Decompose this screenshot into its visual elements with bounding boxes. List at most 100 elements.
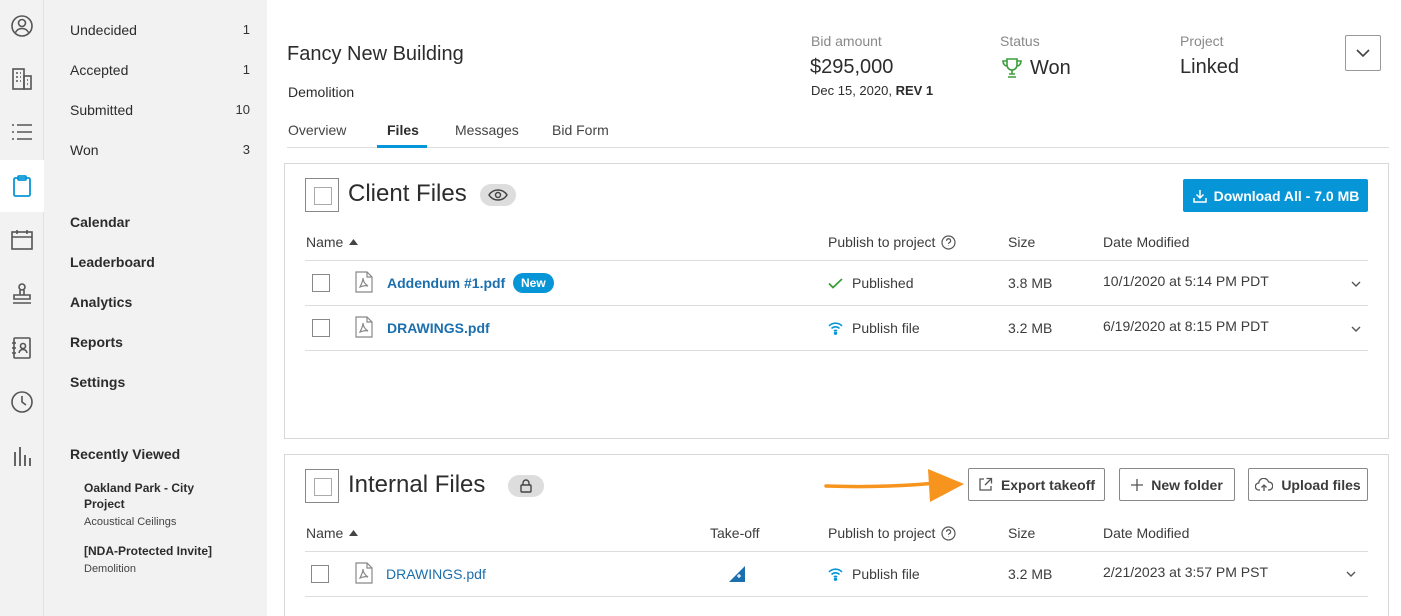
pdf-file-icon — [355, 271, 373, 293]
eye-icon — [488, 189, 508, 201]
calendar-icon[interactable] — [0, 214, 44, 266]
download-all-label: Download All - 7.0 MB — [1213, 187, 1360, 204]
recent-item-sub: Demolition — [84, 563, 136, 575]
address-book-icon[interactable] — [0, 322, 44, 374]
publish-file-action[interactable]: Publish file — [828, 320, 920, 336]
visibility-pill — [480, 184, 516, 206]
internal-files-select-all-checkbox[interactable] — [305, 469, 339, 503]
column-header-size: Size — [1008, 525, 1036, 541]
tab-bar: Overview Files Messages Bid Form — [287, 112, 1389, 148]
sidebar-item-count: 1 — [242, 22, 250, 37]
status-label: Status — [1000, 33, 1040, 49]
lock-icon — [520, 479, 532, 493]
file-name-link[interactable]: Addendum #1.pdf — [387, 275, 505, 291]
sort-ascending-icon — [349, 530, 359, 536]
sort-ascending-icon — [349, 239, 359, 245]
column-header-name[interactable]: Name — [306, 525, 359, 541]
sidebar-item-accepted[interactable]: Accepted 1 — [70, 62, 250, 78]
sidebar-link-calendar[interactable]: Calendar — [70, 214, 130, 230]
private-pill — [508, 475, 544, 497]
active-tab-indicator — [377, 145, 427, 148]
tab-overview[interactable]: Overview — [288, 122, 346, 138]
column-header-size: Size — [1008, 234, 1036, 250]
bid-revision: REV 1 — [895, 83, 934, 98]
row-expand-chevron-icon[interactable] — [1345, 570, 1357, 578]
sidebar-link-analytics[interactable]: Analytics — [70, 294, 132, 310]
sidebar-link-reports[interactable]: Reports — [70, 334, 123, 350]
row-checkbox[interactable] — [312, 274, 330, 292]
stamp-icon[interactable] — [0, 268, 44, 320]
export-takeoff-button[interactable]: Export takeoff — [968, 468, 1105, 501]
help-circle-icon[interactable] — [941, 234, 957, 250]
bid-amount-label: Bid amount — [811, 33, 882, 49]
column-header-name[interactable]: Name — [306, 234, 359, 250]
divider — [305, 350, 1368, 351]
publish-file-action[interactable]: Publish file — [828, 566, 920, 582]
new-folder-label: New folder — [1151, 476, 1223, 493]
orange-arrow-annotation-icon — [824, 469, 964, 502]
divider — [305, 305, 1368, 306]
row-checkbox[interactable] — [311, 565, 329, 583]
trophy-icon — [1002, 58, 1022, 78]
takeoff-icon[interactable] — [729, 566, 747, 582]
sidebar-item-submitted[interactable]: Submitted 10 — [70, 102, 250, 118]
file-name-link[interactable]: DRAWINGS.pdf — [387, 320, 490, 336]
collapse-button[interactable] — [1345, 35, 1381, 71]
project-label: Project — [1180, 33, 1224, 49]
project-value: Linked — [1180, 56, 1239, 78]
clipboard-icon[interactable] — [0, 160, 44, 212]
sidebar-item-label: Accepted — [70, 62, 129, 78]
divider — [305, 551, 1368, 552]
publish-file-label: Publish file — [852, 566, 920, 582]
pdf-file-icon — [355, 562, 373, 584]
sidebar-item-undecided[interactable]: Undecided 1 — [70, 22, 250, 38]
bar-chart-icon[interactable] — [0, 430, 44, 482]
upload-files-label: Upload files — [1281, 476, 1361, 493]
publish-status: Published — [828, 275, 914, 291]
new-folder-button[interactable]: New folder — [1119, 468, 1235, 501]
column-header-takeoff: Take-off — [710, 525, 760, 541]
bid-date: Dec 15, 2020, REV 1 — [811, 83, 933, 98]
status-value: Won — [1030, 56, 1071, 79]
client-files-select-all-checkbox[interactable] — [305, 178, 339, 212]
broadcast-icon — [828, 567, 843, 581]
help-circle-icon[interactable] — [941, 525, 957, 541]
tab-files[interactable]: Files — [387, 122, 419, 138]
page-title: Fancy New Building — [287, 43, 464, 65]
export-takeoff-label: Export takeoff — [1000, 476, 1096, 493]
sidebar-item-count: 3 — [242, 142, 250, 157]
sidebar-item-label: Won — [70, 142, 99, 158]
column-header-date: Date Modified — [1103, 234, 1190, 250]
file-size: 3.8 MB — [1008, 275, 1053, 291]
user-circle-icon[interactable] — [0, 0, 44, 52]
bid-amount-value: $295,000 — [810, 56, 894, 78]
sidebar-link-settings[interactable]: Settings — [70, 374, 125, 390]
download-all-button[interactable]: Download All - 7.0 MB — [1183, 179, 1368, 212]
tab-messages[interactable]: Messages — [455, 122, 519, 138]
row-checkbox[interactable] — [312, 319, 330, 337]
column-header-publish: Publish to project — [828, 525, 957, 541]
upload-files-button[interactable]: Upload files — [1248, 468, 1368, 501]
clock-icon[interactable] — [0, 376, 44, 428]
building-icon[interactable] — [0, 53, 44, 105]
column-header-date: Date Modified — [1103, 525, 1190, 541]
file-name-link[interactable]: DRAWINGS.pdf — [386, 566, 486, 582]
sidebar-item-count: 1 — [242, 62, 250, 77]
page-subtitle: Demolition — [288, 84, 355, 100]
list-icon[interactable] — [0, 106, 44, 158]
row-expand-chevron-icon[interactable] — [1350, 280, 1362, 288]
cloud-upload-icon — [1255, 477, 1274, 491]
icon-rail — [0, 0, 44, 616]
sidebar-item-won[interactable]: Won 3 — [70, 142, 250, 158]
divider — [305, 596, 1368, 597]
file-date: 10/1/2020 at 5:14 PM PDT — [1103, 273, 1269, 289]
publish-status-label: Published — [852, 275, 914, 291]
sidebar-link-leaderboard[interactable]: Leaderboard — [70, 254, 155, 270]
row-expand-chevron-icon[interactable] — [1350, 325, 1362, 333]
download-icon — [1192, 189, 1207, 203]
recent-item-title[interactable]: [NDA-Protected Invite] — [84, 543, 214, 559]
tab-bid-form[interactable]: Bid Form — [552, 122, 609, 138]
recent-item-title[interactable]: Oakland Park - City Project — [84, 480, 214, 512]
sidebar-item-count: 10 — [235, 102, 250, 117]
plus-icon — [1131, 478, 1144, 491]
